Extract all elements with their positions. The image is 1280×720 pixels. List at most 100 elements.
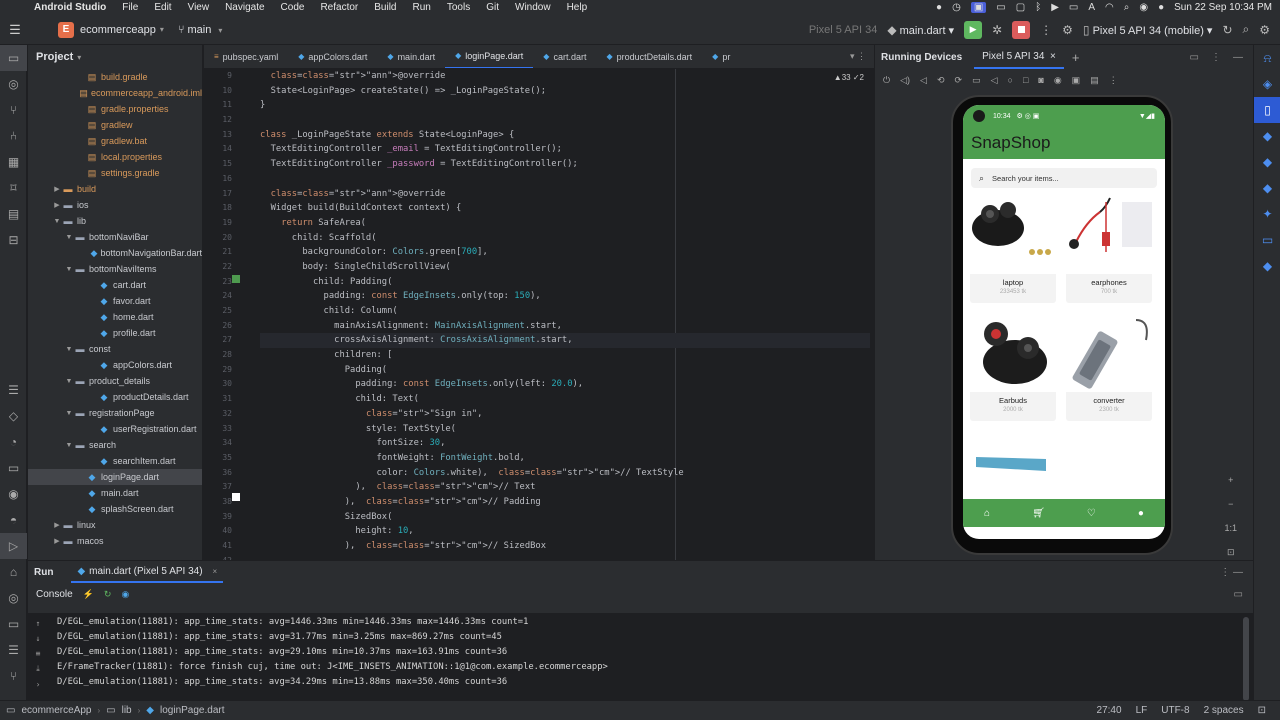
line-separator[interactable]: LF xyxy=(1136,705,1148,716)
chevron-right-icon[interactable]: ▶ xyxy=(52,185,62,193)
fold-icon[interactable]: ▭ xyxy=(972,75,981,86)
project-selector[interactable]: ecommerceapp xyxy=(80,24,156,36)
commit-tool-icon[interactable]: ◎ xyxy=(0,71,27,97)
status-play-icon[interactable]: ▶ xyxy=(1051,2,1059,13)
code-line[interactable]: TextEditingController _email = TextEditi… xyxy=(260,142,870,157)
console-scrollbar[interactable] xyxy=(1243,617,1249,701)
device-tab[interactable]: Pixel 5 API 34 × xyxy=(974,45,1064,69)
status-wifi-icon[interactable]: ◠ xyxy=(1105,2,1114,13)
tab-main[interactable]: ◆ main.dart xyxy=(377,45,445,68)
rotate-right-icon[interactable]: ⟳ xyxy=(955,75,963,86)
android-icon[interactable]: ◓ xyxy=(0,507,27,533)
tree-item[interactable]: ◆ main.dart xyxy=(28,485,202,501)
tab-pubspec[interactable]: ≡ pubspec.yaml xyxy=(204,45,288,68)
code-line[interactable]: Padding( xyxy=(260,363,870,378)
zoom-fit-icon[interactable]: ⊡ xyxy=(1227,547,1235,558)
chevron-right-icon[interactable]: ▶ xyxy=(52,537,62,545)
breadcrumb-project[interactable]: ecommerceApp xyxy=(21,705,91,716)
code-line[interactable]: mainAxisAlignment: MainAxisAlignment.sta… xyxy=(260,319,870,334)
tree-item[interactable]: ▤ gradle.properties xyxy=(28,101,202,117)
running-devices-icon[interactable]: ▯ xyxy=(1254,97,1280,123)
gesture-bar[interactable] xyxy=(1046,533,1102,535)
settings-icon[interactable]: ⚙ xyxy=(1259,23,1270,37)
tree-item[interactable]: ◆ favor.dart xyxy=(28,293,202,309)
console-label[interactable]: Console xyxy=(36,589,73,600)
menu-refactor[interactable]: Refactor xyxy=(312,2,366,13)
breadcrumb-file[interactable]: loginPage.dart xyxy=(160,705,225,716)
logcat-icon[interactable]: ▭ xyxy=(0,455,27,481)
file-encoding[interactable]: UTF-8 xyxy=(1161,705,1189,716)
code-line[interactable]: TextEditingController _password = TextEd… xyxy=(260,157,870,172)
code-line[interactable]: return SafeArea( xyxy=(260,216,870,231)
inspection-widget[interactable]: ▲33 ✓2 xyxy=(834,73,864,82)
volume-down-icon[interactable]: ◁ xyxy=(920,75,927,86)
extended-controls-icon[interactable]: ⋮ xyxy=(1109,75,1118,86)
chevron-down-icon[interactable]: ▼ xyxy=(64,410,74,417)
lock-icon[interactable]: ⊡ xyxy=(1258,705,1266,716)
chevron-down-icon[interactable]: ▼ xyxy=(52,218,62,225)
code-line[interactable]: body: SingleChildScrollView( xyxy=(260,260,870,275)
tab-cart[interactable]: ◆ cart.dart xyxy=(533,45,596,68)
chevron-down-icon[interactable]: ▼ xyxy=(64,346,74,353)
record-icon[interactable]: ◉ xyxy=(1054,75,1062,86)
scroll-down-icon[interactable]: ↓ xyxy=(36,634,41,643)
run-tool-icon[interactable]: ▷ xyxy=(0,533,27,559)
code-line[interactable]: ), class=class="str">"cm">// Text xyxy=(260,480,870,495)
add-device-icon[interactable]: + xyxy=(1072,50,1080,65)
tab-overflow[interactable]: ◆ pr xyxy=(702,45,740,68)
code-line[interactable]: style: TextStyle( xyxy=(260,422,870,437)
device-explorer-icon[interactable]: ▭ xyxy=(1254,227,1280,253)
vcs-tool-icon[interactable]: ⑃ xyxy=(0,123,27,149)
tree-item[interactable]: ▼ ▬ const xyxy=(28,341,202,357)
minimize-icon[interactable]: — xyxy=(1233,52,1243,63)
flutter-performance-icon[interactable]: ◆ xyxy=(1254,175,1280,201)
hot-restart-icon[interactable]: ↻ xyxy=(104,589,112,600)
product-card[interactable] xyxy=(970,437,1056,492)
code-line[interactable] xyxy=(260,172,870,187)
console-output[interactable]: ↑ ↓ ≡ ⤓ › D/EGL_emulation(11881): app_ti… xyxy=(28,613,1253,706)
status-control-icon[interactable]: ◉ xyxy=(1139,2,1148,13)
volume-up-icon[interactable]: ◁) xyxy=(900,75,910,86)
console-layout-icon[interactable]: ▭ xyxy=(1234,589,1253,600)
run-button[interactable]: ▶ xyxy=(964,20,983,39)
services-icon[interactable]: ⌂ xyxy=(0,559,27,585)
gemini-icon[interactable]: ✦ xyxy=(1254,201,1280,227)
status-battery-icon[interactable]: ▭ xyxy=(1069,2,1078,13)
tree-item[interactable]: ▶ ▬ macos xyxy=(28,533,202,549)
options-icon[interactable]: ▭ xyxy=(1190,52,1199,63)
flutter-outline-icon[interactable]: ◆ xyxy=(1254,123,1280,149)
breadcrumb-lib[interactable]: lib xyxy=(122,705,132,716)
code-line[interactable]: padding: const EdgeInsets.only(left: 20.… xyxy=(260,377,870,392)
tree-item[interactable]: ◆ home.dart xyxy=(28,309,202,325)
code-line[interactable]: backgroundColor: Colors.green[700], xyxy=(260,245,870,260)
bookmarks-icon[interactable]: ⌑ xyxy=(0,175,27,201)
menu-run[interactable]: Run xyxy=(405,2,439,13)
tree-item[interactable]: ▼ ▬ product_details xyxy=(28,373,202,389)
app-quality-icon[interactable]: ◉ xyxy=(0,481,27,507)
gradle-icon[interactable]: ◈ xyxy=(1254,71,1280,97)
code-line[interactable]: class="str">"Sign in", xyxy=(260,407,870,422)
device-manager-icon[interactable]: ⚙ xyxy=(1062,23,1073,37)
code-line[interactable]: child: Text( xyxy=(260,392,870,407)
scroll-end-icon[interactable]: ⤓ xyxy=(36,664,40,674)
profile-nav-icon[interactable]: ● xyxy=(1138,508,1144,519)
tree-item[interactable]: ◆ loginPage.dart xyxy=(28,469,202,485)
pull-request-icon[interactable]: ⑂ xyxy=(0,97,27,123)
tree-item[interactable]: ▼ ▬ lib xyxy=(28,213,202,229)
tree-item[interactable]: ▤ local.properties xyxy=(28,149,202,165)
chevron-down-icon[interactable]: ▼ xyxy=(64,234,74,241)
product-card[interactable]: converter 2300 tk xyxy=(1066,310,1152,421)
sync-icon[interactable]: ↻ xyxy=(1222,23,1232,37)
emulator-icon[interactable]: ◆ xyxy=(1254,253,1280,279)
notifications-icon[interactable]: ⍾ xyxy=(1254,45,1280,71)
status-screen-icon[interactable]: ▣ xyxy=(970,2,987,13)
tree-item[interactable]: ◆ splashScreen.dart xyxy=(28,501,202,517)
status-search-icon[interactable]: ⌕ xyxy=(1124,2,1130,13)
resource-manager-icon[interactable]: ▤ xyxy=(0,201,27,227)
status-app-icon[interactable]: ● xyxy=(936,2,942,13)
debug-tool-icon[interactable]: ◎ xyxy=(0,585,27,611)
tree-item[interactable]: ◆ searchItem.dart xyxy=(28,453,202,469)
code-line[interactable]: ), class=class="str">"cm">// SizedBox xyxy=(260,539,870,554)
product-card[interactable]: Earbuds 2000 tk xyxy=(970,310,1056,421)
tab-loginpage[interactable]: ◆ loginPage.dart xyxy=(445,45,534,68)
